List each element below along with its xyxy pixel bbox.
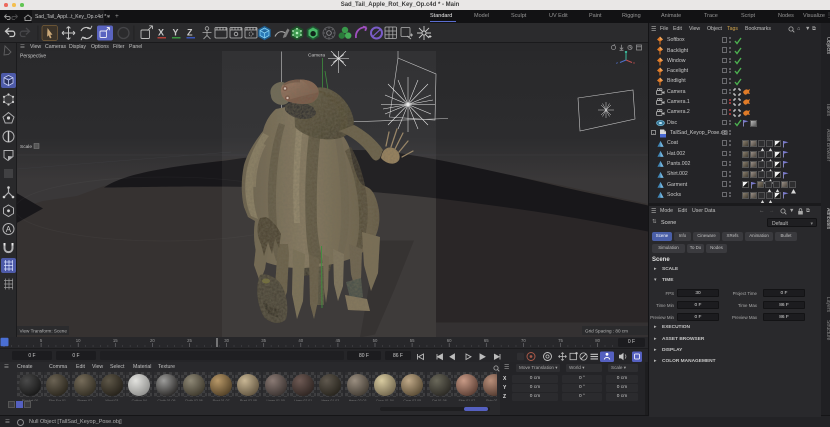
- svg-text:25: 25: [187, 338, 192, 343]
- svg-text:A: A: [6, 225, 12, 234]
- svg-text:45: 45: [336, 338, 341, 343]
- svg-text:Z: Z: [187, 27, 193, 37]
- svg-text:55: 55: [410, 338, 415, 343]
- svg-text:70: 70: [521, 338, 526, 343]
- svg-text:30: 30: [224, 338, 229, 343]
- svg-text:X: X: [158, 27, 164, 37]
- svg-text:Camera: Camera: [308, 52, 325, 58]
- svg-text:35: 35: [261, 338, 266, 343]
- svg-text:Grid Spacing : 80 cm: Grid Spacing : 80 cm: [585, 328, 628, 333]
- svg-text:60: 60: [447, 338, 452, 343]
- svg-text:10: 10: [76, 338, 81, 343]
- svg-text:x: x: [633, 60, 635, 65]
- svg-text:65: 65: [484, 338, 489, 343]
- svg-text:15: 15: [113, 338, 118, 343]
- svg-text:50: 50: [373, 338, 378, 343]
- svg-text:Y: Y: [173, 27, 179, 37]
- svg-text:75: 75: [558, 338, 563, 343]
- svg-text:5: 5: [40, 338, 43, 343]
- svg-text:40: 40: [298, 338, 303, 343]
- svg-text:z: z: [616, 60, 618, 65]
- svg-text:80: 80: [595, 338, 600, 343]
- svg-text:Perspective: Perspective: [20, 53, 46, 59]
- svg-text:20: 20: [150, 338, 155, 343]
- svg-text:Scale: Scale: [20, 144, 32, 150]
- svg-text:View Transform: Scene: View Transform: Scene: [20, 328, 68, 333]
